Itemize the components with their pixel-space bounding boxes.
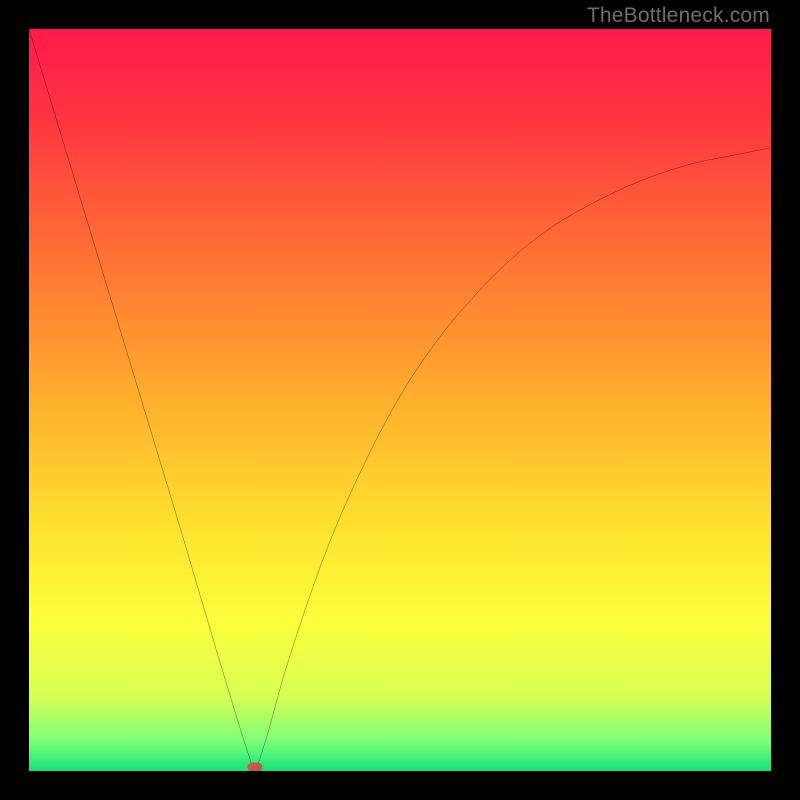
bottleneck-curve (29, 29, 771, 771)
minimum-marker (248, 763, 263, 771)
chart-frame: TheBottleneck.com (0, 0, 800, 800)
plot-area (29, 29, 771, 771)
watermark-text: TheBottleneck.com (587, 4, 770, 28)
